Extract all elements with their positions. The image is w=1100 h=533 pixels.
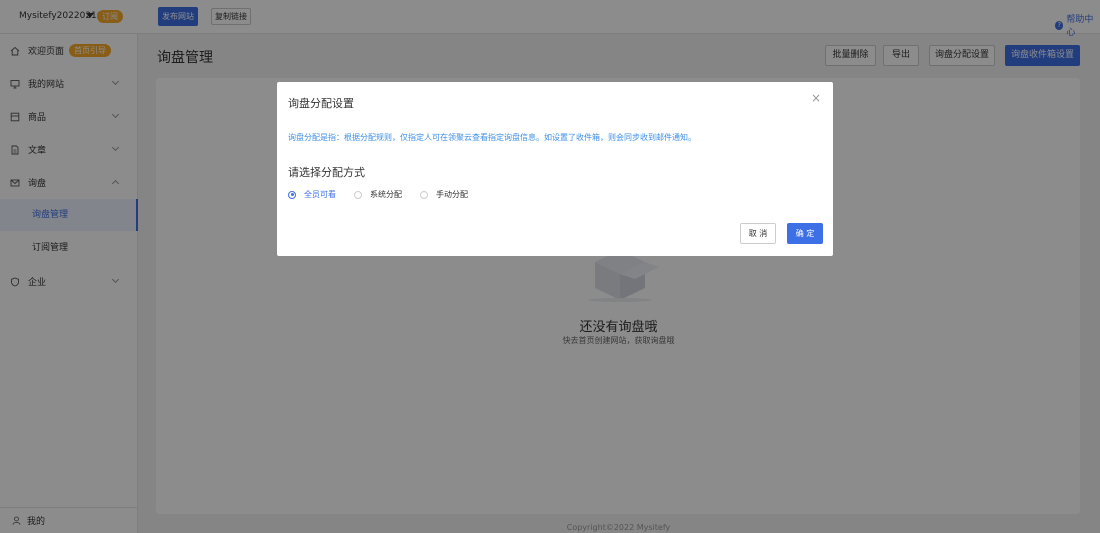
confirm-button[interactable]: 确 定 xyxy=(787,223,823,244)
assign-method-heading: 请选择分配方式 xyxy=(288,166,365,179)
radio-unchecked-icon xyxy=(354,190,362,199)
dialog-title: 询盘分配设置 xyxy=(288,97,354,110)
radio-label: 系统分配 xyxy=(370,190,402,199)
radio-label: 手动分配 xyxy=(436,190,468,199)
radio-label: 全员可看 xyxy=(304,190,336,199)
radio-manual-assign[interactable]: 手动分配 xyxy=(420,189,468,200)
radio-system-assign[interactable]: 系统分配 xyxy=(354,189,402,200)
radio-checked-icon xyxy=(288,190,296,199)
radio-all-visible[interactable]: 全员可看 xyxy=(288,189,336,200)
inquiry-assign-settings-dialog: 询盘分配设置 × 询盘分配是指：根据分配规则，仅指定人可在领聚云查看指定询盘信息… xyxy=(277,82,833,256)
dialog-description: 询盘分配是指：根据分配规则，仅指定人可在领聚云查看指定询盘信息。如设置了收件箱，… xyxy=(288,133,696,142)
radio-unchecked-icon xyxy=(420,190,428,199)
assign-method-radio-group: 全员可看 系统分配 手动分配 xyxy=(288,189,486,200)
modal-overlay[interactable] xyxy=(0,0,1100,533)
cancel-button[interactable]: 取 消 xyxy=(740,223,776,244)
close-icon[interactable]: × xyxy=(811,91,821,105)
